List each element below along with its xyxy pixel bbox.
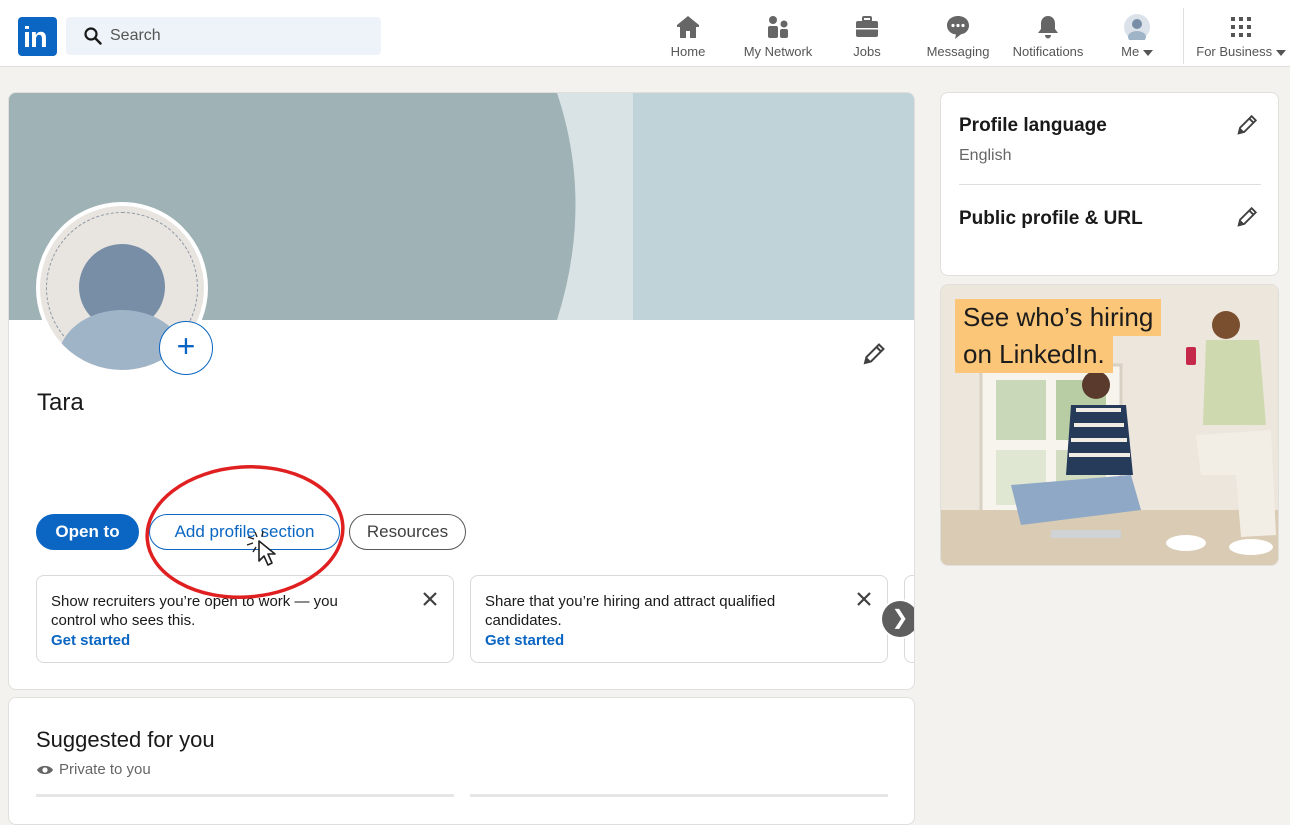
messaging-icon [947, 16, 969, 39]
loading-placeholder [470, 794, 888, 797]
nav-jobs[interactable]: Jobs [847, 14, 887, 60]
caret-down-icon [1275, 49, 1286, 56]
public-profile-url-title: Public profile & URL [959, 208, 1143, 229]
add-profile-section-button[interactable]: Add profile section [149, 514, 340, 550]
nav-my-network[interactable]: My Network [738, 14, 818, 60]
carousel-next-button[interactable]: ❯ [882, 601, 914, 637]
nav-messaging-label: Messaging [926, 44, 990, 59]
recommendation-card-hiring: Share that you’re hiring and attract qua… [470, 575, 888, 663]
nav-for-business[interactable]: For Business [1196, 14, 1286, 60]
search-input[interactable] [110, 17, 370, 55]
get-started-link[interactable]: Get started [485, 631, 873, 650]
nav-jobs-label: Jobs [853, 44, 881, 59]
recommendation-card-open-to-work: Show recruiters you’re open to work — yo… [36, 575, 454, 663]
edit-pencil-icon[interactable] [1235, 113, 1259, 137]
eye-icon [37, 765, 53, 775]
profile-language-title: Profile language [959, 115, 1107, 136]
top-navigation-bar: in Home My Network Jobs [0, 0, 1290, 67]
suggested-for-you-card: Suggested for you Private to you [8, 697, 915, 825]
close-icon[interactable] [855, 590, 873, 608]
nav-divider [1183, 8, 1184, 64]
search-box[interactable] [66, 17, 381, 55]
avatar-icon [1124, 14, 1150, 40]
profile-language-value: English [959, 147, 1012, 164]
ad-headline-line2: on LinkedIn. [955, 336, 1113, 373]
caret-down-icon [1142, 49, 1153, 56]
search-icon [84, 27, 102, 45]
nav-messaging[interactable]: Messaging [922, 14, 994, 60]
section-title: Suggested for you [36, 727, 215, 752]
profile-name: Tara [37, 389, 84, 416]
get-started-link[interactable]: Get started [51, 631, 439, 650]
edit-pencil-icon[interactable] [1235, 205, 1259, 229]
nav-my-network-label: My Network [743, 44, 813, 59]
resources-button[interactable]: Resources [349, 514, 466, 550]
recommendation-text: Show recruiters you’re open to work — yo… [51, 593, 338, 629]
ad-headline-line1: See who’s hiring [955, 299, 1162, 336]
briefcase-icon [856, 16, 878, 37]
add-photo-button[interactable]: + [159, 321, 213, 375]
bell-icon [1038, 16, 1058, 39]
nav-notifications-label: Notifications [1012, 44, 1084, 59]
divider [959, 184, 1261, 185]
nav-me[interactable]: Me [1113, 14, 1161, 60]
hiring-ad-banner[interactable]: See who’s hiring on LinkedIn. [940, 284, 1279, 566]
nav-me-label: Me [1113, 44, 1161, 59]
nav-home-label: Home [670, 44, 706, 59]
close-icon[interactable] [421, 590, 439, 608]
nav-home[interactable]: Home [662, 14, 714, 60]
open-to-button[interactable]: Open to [36, 514, 139, 550]
recommendation-text: Share that you’re hiring and attract qua… [485, 593, 776, 629]
edit-pencil-icon[interactable] [861, 341, 887, 367]
nav-for-business-label: For Business [1196, 44, 1286, 59]
nav-notifications[interactable]: Notifications [1006, 14, 1090, 60]
profile-settings-card: Profile language English Public profile … [940, 92, 1279, 276]
grid-icon [1231, 17, 1251, 37]
privacy-label: Private to you [59, 761, 151, 778]
network-icon [768, 16, 788, 38]
home-icon [677, 16, 699, 38]
loading-placeholder [36, 794, 454, 797]
profile-intro-card: + Tara Open to Add profile section Resou… [8, 92, 915, 690]
linkedin-logo[interactable]: in [18, 17, 57, 56]
